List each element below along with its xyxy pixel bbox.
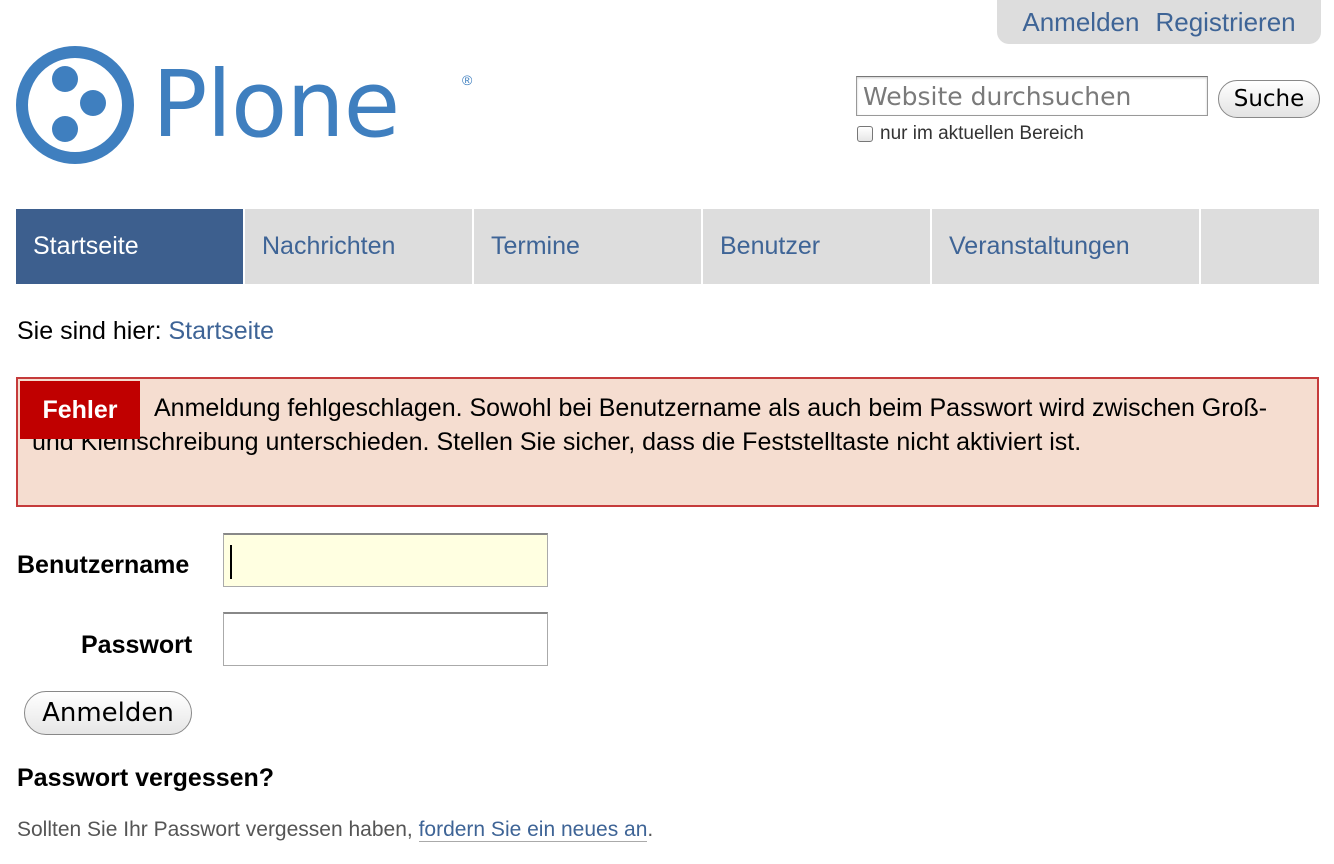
search-button[interactable]: Suche [1218, 80, 1320, 118]
tab-empty [1201, 209, 1319, 284]
error-text: Anmeldung fehlgeschlagen. Sowohl bei Ben… [32, 394, 1268, 456]
login-submit-button[interactable]: Anmelden [24, 691, 192, 735]
personal-bar: Anmelden Registrieren [997, 0, 1321, 44]
text-cursor [230, 545, 232, 579]
scope-checkbox[interactable] [857, 126, 873, 142]
tab-veranstaltungen[interactable]: Veranstaltungen [932, 209, 1201, 284]
username-field[interactable] [223, 533, 548, 587]
login-link[interactable]: Anmelden [1022, 7, 1139, 38]
register-link[interactable]: Registrieren [1155, 7, 1295, 38]
logo-text: Plone [152, 51, 400, 158]
tab-termine[interactable]: Termine [474, 209, 703, 284]
breadcrumb-home-link[interactable]: Startseite [168, 317, 274, 345]
plone-logo-icon [16, 46, 134, 164]
site-logo[interactable]: Plone ® [14, 44, 472, 166]
password-field[interactable] [223, 612, 548, 666]
scope-label: nur im aktuellen Bereich [880, 123, 1084, 144]
main-navigation: Startseite Nachrichten Termine Benutzer … [16, 209, 1319, 284]
tab-startseite[interactable]: Startseite [16, 209, 245, 284]
breadcrumb: Sie sind hier: Startseite [17, 317, 274, 346]
forgot-password-text: Sollten Sie Ihr Passwort vergessen haben… [17, 818, 653, 842]
password-label: Passwort [81, 631, 193, 659]
error-message: Anmeldung fehlgeschlagen. Sowohl bei Ben… [16, 377, 1319, 507]
registered-mark: ® [462, 72, 473, 88]
search-scope[interactable]: nur im aktuellen Bereich [857, 123, 1084, 145]
tab-nachrichten[interactable]: Nachrichten [245, 209, 474, 284]
forgot-password-period: . [647, 818, 654, 841]
tab-benutzer[interactable]: Benutzer [703, 209, 932, 284]
breadcrumb-prefix: Sie sind hier: [17, 317, 162, 345]
search-input[interactable] [856, 76, 1208, 116]
error-label: Fehler [20, 381, 140, 439]
forgot-password-sentence: Sollten Sie Ihr Passwort vergessen haben… [17, 818, 413, 841]
username-label: Benutzername [17, 551, 190, 579]
request-new-password-link[interactable]: fordern Sie ein neues an [418, 818, 648, 842]
forgot-password-heading: Passwort vergessen? [17, 764, 275, 792]
